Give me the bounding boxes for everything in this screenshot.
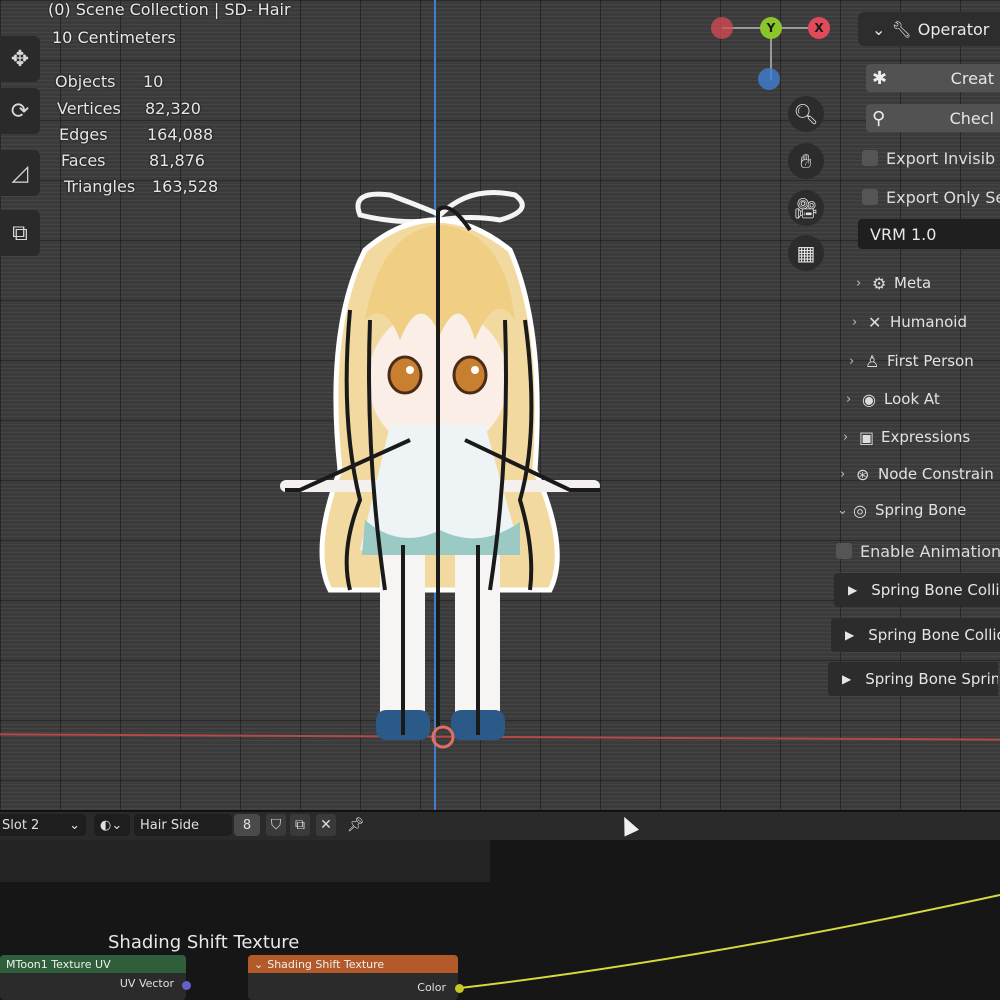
fake-user-shield-icon[interactable]: ⛉ bbox=[266, 814, 286, 836]
grid-icon[interactable]: ▦ bbox=[788, 235, 824, 271]
humanoid-icon: ✕ bbox=[868, 312, 882, 332]
checkbox-box[interactable] bbox=[862, 150, 878, 166]
create-button[interactable]: ✱ Creat bbox=[866, 64, 1000, 92]
play-triangle-icon: ▶ bbox=[848, 583, 858, 597]
camera-icon[interactable]: 🎥︎ bbox=[788, 190, 824, 226]
scale-icon[interactable]: ◿ bbox=[0, 150, 40, 196]
duplicate-icon[interactable]: ⧉ bbox=[290, 814, 310, 836]
spring-bone-colliders-panel[interactable]: ▶ Spring Bone Colli bbox=[834, 573, 1000, 607]
stat-triangles: Triangles 163,528 bbox=[64, 177, 219, 196]
humanoid-icon: ✱ bbox=[872, 67, 888, 89]
vrm-version-select[interactable]: VRM 1.0 bbox=[858, 219, 1000, 249]
left-eye bbox=[387, 355, 423, 395]
eye-icon: ◉ bbox=[862, 389, 876, 409]
spring-bone-collider-groups-panel[interactable]: ▶ Spring Bone Collic bbox=[831, 618, 1000, 652]
enable-animation-checkbox[interactable]: Enable Animation bbox=[836, 537, 1000, 565]
spring-bone-springs-panel[interactable]: ▶ Spring Bone Spring bbox=[828, 662, 998, 696]
rotate-icon[interactable]: ⟳ bbox=[0, 88, 40, 134]
chevron-down-icon: ⌄ bbox=[872, 19, 886, 39]
operator-panel-header[interactable]: ⌄ 🔧︎ Operator bbox=[858, 12, 1000, 46]
node-output-uv-vector: UV Vector bbox=[119, 976, 174, 990]
origin-marker bbox=[431, 725, 455, 749]
gizmo-x[interactable]: X bbox=[808, 17, 830, 39]
section-humanoid[interactable]: › ✕ Humanoid bbox=[852, 309, 1000, 335]
stat-edges: Edges 164,088 bbox=[59, 125, 214, 144]
chevron-down-icon: ⌄ bbox=[837, 502, 848, 518]
right-eye bbox=[452, 355, 488, 395]
play-triangle-icon: ▶ bbox=[842, 672, 852, 686]
chevron-right-icon: › bbox=[843, 429, 849, 445]
3d-viewport[interactable]: ✥ ⟳ ◿ ⧉ (0) Scene Collection | SD- Hair … bbox=[0, 0, 1000, 810]
unit-scale-label: 10 Centimeters bbox=[52, 28, 176, 47]
search-icon: ⚲ bbox=[872, 107, 886, 129]
section-expressions[interactable]: › ▣ Expressions bbox=[843, 424, 1000, 450]
export-selected-checkbox[interactable]: Export Only Se bbox=[862, 183, 1000, 211]
section-meta[interactable]: › ⚙ Meta bbox=[856, 270, 1000, 296]
first-person-icon: ♙ bbox=[865, 351, 880, 371]
node-title: MToon1 Texture UV bbox=[0, 955, 186, 973]
zoom-icon[interactable]: 🔍︎ bbox=[788, 96, 824, 132]
chevron-right-icon: › bbox=[849, 353, 855, 369]
material-browse-button[interactable]: ◐ ⌄ bbox=[94, 814, 130, 836]
chevron-down-icon: ⌄ bbox=[69, 817, 80, 833]
uv-vector-socket[interactable] bbox=[182, 981, 191, 990]
expressions-icon: ▣ bbox=[859, 427, 875, 447]
stat-objects: Objects 10 bbox=[55, 72, 164, 91]
node-title: ⌄ Shading Shift Texture bbox=[248, 955, 458, 973]
gizmo-neg-z[interactable] bbox=[758, 68, 780, 90]
shading-shift-texture-node[interactable]: ⌄ Shading Shift Texture Color bbox=[248, 955, 458, 1000]
wrench-icon: 🔧︎ bbox=[891, 19, 912, 39]
move-icon[interactable]: ✥ bbox=[0, 36, 40, 82]
section-first-person[interactable]: › ♙ First Person bbox=[849, 348, 1000, 374]
spring-bone-icon: ◎ bbox=[853, 500, 867, 520]
section-node-constraint[interactable]: › ⊛ Node Constrain bbox=[840, 461, 1000, 487]
pin-icon[interactable]: 📌︎ bbox=[346, 814, 366, 836]
section-look-at[interactable]: › ◉ Look At bbox=[846, 386, 1000, 412]
chevron-right-icon: › bbox=[840, 466, 846, 482]
stat-vertices: Vertices 82,320 bbox=[57, 99, 201, 118]
section-spring-bone[interactable]: ⌄ ◎ Spring Bone bbox=[837, 497, 997, 523]
material-name-field[interactable]: Hair Side bbox=[134, 814, 232, 836]
chevron-right-icon: › bbox=[852, 314, 858, 330]
mtoon-texture-uv-node[interactable]: MToon1 Texture UV UV Vector bbox=[0, 955, 186, 1000]
meta-icon: ⚙ bbox=[872, 273, 887, 293]
constraint-icon: ⊛ bbox=[856, 464, 870, 484]
chevron-down-icon: ⌄ bbox=[111, 817, 123, 833]
chevron-right-icon: › bbox=[846, 391, 852, 407]
checkbox-box[interactable] bbox=[862, 189, 878, 205]
node-frame-label: Shading Shift Texture bbox=[108, 932, 300, 953]
chevron-right-icon: › bbox=[856, 275, 862, 291]
character-model[interactable] bbox=[270, 170, 620, 750]
play-triangle-icon: ▶ bbox=[845, 628, 855, 642]
sphere-icon: ◐ bbox=[100, 817, 112, 833]
checkbox-box[interactable] bbox=[836, 543, 852, 559]
slot-select[interactable]: Slot 2 ⌄ bbox=[0, 814, 86, 836]
gizmo-y[interactable]: Y bbox=[760, 17, 782, 39]
stat-faces: Faces 81,876 bbox=[61, 151, 205, 170]
color-socket[interactable] bbox=[455, 984, 464, 993]
transform-icon[interactable]: ⧉ bbox=[0, 210, 40, 256]
check-button[interactable]: ⚲ Checl bbox=[866, 104, 1000, 132]
node-output-color: Color bbox=[417, 980, 446, 994]
gizmo-neg-x[interactable] bbox=[711, 17, 733, 39]
collection-title: (0) Scene Collection | SD- Hair bbox=[48, 0, 291, 19]
user-count-button[interactable]: 8 bbox=[234, 814, 260, 836]
pan-hand-icon[interactable]: ✋︎ bbox=[788, 143, 824, 179]
export-invisible-checkbox[interactable]: Export Invisib bbox=[862, 144, 1000, 172]
unlink-close-icon[interactable]: ✕ bbox=[316, 814, 336, 836]
blender-window: ✥ ⟳ ◿ ⧉ (0) Scene Collection | SD- Hair … bbox=[0, 0, 1000, 1000]
chevron-down-icon: ⌄ bbox=[254, 957, 264, 971]
